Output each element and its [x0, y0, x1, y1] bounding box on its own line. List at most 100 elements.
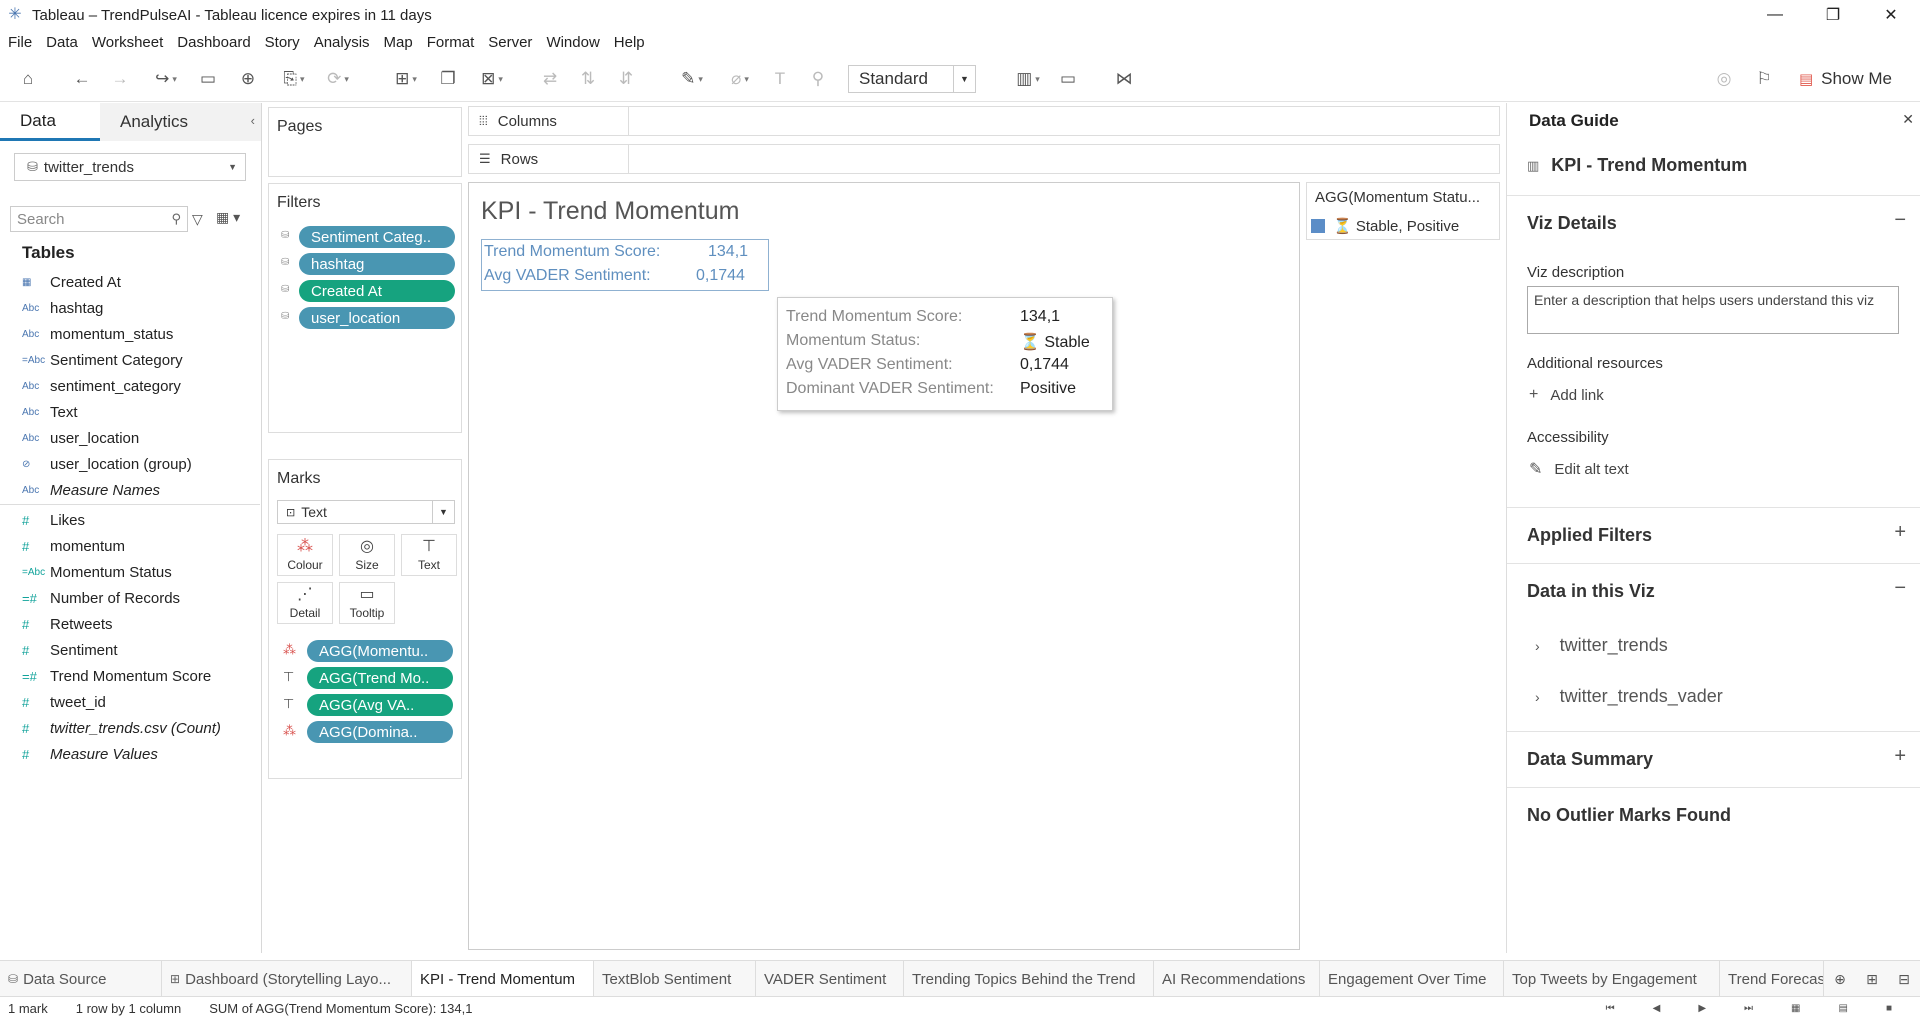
mark-pill[interactable]: AGG(Avg VA..: [307, 694, 453, 716]
tab-analytics[interactable]: Analytics: [100, 103, 261, 141]
mark-pill[interactable]: AGG(Domina..: [307, 721, 453, 743]
tab-engagement-over-time[interactable]: Engagement Over Time: [1320, 961, 1504, 997]
tabs-view-icon[interactable]: ■: [1886, 1003, 1892, 1014]
fit-dropdown[interactable]: Standard ▼: [848, 65, 976, 93]
field-item[interactable]: ⊘ user_location (group): [0, 451, 260, 477]
field-item[interactable]: =# Trend Momentum Score: [0, 663, 260, 689]
rows-shelf[interactable]: ☰ Rows: [468, 144, 1500, 174]
tab-kpi-trend-momentum[interactable]: KPI - Trend Momentum: [412, 961, 594, 997]
colour-legend[interactable]: AGG(Momentum Statu... ⏳ Stable, Positive: [1306, 182, 1500, 240]
field-item[interactable]: ▦ Created At: [0, 269, 260, 295]
last-sheet-icon[interactable]: ⏭: [1744, 1003, 1753, 1014]
field-item[interactable]: =# Number of Records: [0, 585, 260, 611]
field-item[interactable]: # Likes: [0, 507, 260, 533]
expand-icon[interactable]: +: [1894, 745, 1906, 768]
tab-trend-forecast[interactable]: Trend Forecas: [1720, 961, 1824, 997]
ask-data-icon[interactable]: ◎: [1712, 66, 1736, 92]
field-item[interactable]: =Abc Momentum Status: [0, 559, 260, 585]
field-item[interactable]: # Sentiment: [0, 637, 260, 663]
field-item[interactable]: # twitter_trends.csv (Count): [0, 715, 260, 741]
viz-description-field[interactable]: Enter a description that helps users und…: [1527, 286, 1899, 334]
tab-ai-recommendations[interactable]: AI Recommendations: [1154, 961, 1320, 997]
menu-window[interactable]: Window: [546, 34, 599, 51]
menu-help[interactable]: Help: [614, 34, 645, 51]
view-options-icon[interactable]: ▦ ▾: [216, 209, 240, 226]
share-icon[interactable]: ⋈: [1112, 66, 1136, 92]
tab-trending-topics[interactable]: Trending Topics Behind the Trend: [904, 961, 1154, 997]
filter-pill[interactable]: Created At: [299, 280, 455, 302]
menu-worksheet[interactable]: Worksheet: [92, 34, 163, 51]
tab-data[interactable]: Data: [0, 103, 100, 141]
field-item[interactable]: Abc hashtag: [0, 295, 260, 321]
mark-pill[interactable]: AGG(Trend Mo..: [307, 667, 453, 689]
field-item[interactable]: Abc user_location: [0, 425, 260, 451]
replay-icon[interactable]: ↪ ▾: [146, 66, 186, 92]
colour-button[interactable]: ⁂ Colour: [277, 534, 333, 576]
collapse-icon[interactable]: −: [1894, 577, 1906, 600]
collapse-pane-icon[interactable]: ‹: [251, 113, 255, 128]
field-item[interactable]: # Measure Values: [0, 741, 260, 767]
new-datasource-icon[interactable]: ⊕: [236, 66, 260, 92]
search-input[interactable]: Search ⚲: [10, 206, 188, 232]
filter-pill[interactable]: hashtag: [299, 253, 455, 275]
size-button[interactable]: ◎ Size: [339, 534, 395, 576]
highlight-icon[interactable]: ✎ ▾: [672, 66, 712, 92]
filter-pill[interactable]: user_location: [299, 307, 455, 329]
edit-alt-text-button[interactable]: ✎ Edit alt text: [1529, 459, 1629, 479]
expand-icon[interactable]: +: [1894, 521, 1906, 544]
kpi-text-mark[interactable]: Trend Momentum Score: 134,1 Avg VADER Se…: [481, 239, 769, 291]
new-worksheet-icon[interactable]: ⊞ ▾: [386, 66, 426, 92]
restore-button[interactable]: ❐: [1804, 0, 1862, 30]
menu-analysis[interactable]: Analysis: [314, 34, 370, 51]
presentation-icon[interactable]: ▭: [1056, 66, 1080, 92]
pages-shelf[interactable]: Pages: [268, 107, 462, 177]
undo-icon[interactable]: ←: [70, 66, 94, 92]
datasource-item[interactable]: › twitter_trends: [1535, 635, 1668, 656]
pause-updates-icon[interactable]: ⎘ ▾: [274, 66, 314, 92]
menu-data[interactable]: Data: [46, 34, 78, 51]
menu-server[interactable]: Server: [488, 34, 532, 51]
field-item[interactable]: # tweet_id: [0, 689, 260, 715]
detail-button[interactable]: ⋰ Detail: [277, 582, 333, 624]
refresh-icon[interactable]: ⟳ ▾: [318, 66, 358, 92]
field-item[interactable]: Abc momentum_status: [0, 321, 260, 347]
minimize-button[interactable]: —: [1746, 0, 1804, 30]
datasource-item[interactable]: › twitter_trends_vader: [1535, 686, 1723, 707]
clear-sheet-icon[interactable]: ⊠ ▾: [472, 66, 512, 92]
tab-textblob-sentiment[interactable]: TextBlob Sentiment: [594, 961, 756, 997]
new-dashboard-icon[interactable]: ⊞: [1856, 971, 1888, 988]
first-sheet-icon[interactable]: ⏮: [1606, 1003, 1615, 1014]
mark-type-select[interactable]: ⊡ Text ▼: [277, 500, 455, 524]
tab-vader-sentiment[interactable]: VADER Sentiment: [756, 961, 904, 997]
labels-icon[interactable]: T: [768, 66, 792, 92]
viz-canvas[interactable]: KPI - Trend Momentum Trend Momentum Scor…: [468, 182, 1300, 950]
format-icon[interactable]: ⚐: [1752, 66, 1776, 92]
field-item[interactable]: Abc sentiment_category: [0, 373, 260, 399]
columns-shelf[interactable]: ⦙⦙⦙ Columns: [468, 106, 1500, 136]
close-icon[interactable]: ✕: [1902, 111, 1914, 128]
tab-dashboard[interactable]: ⊞ Dashboard (Storytelling Layo...: [162, 961, 412, 997]
menu-story[interactable]: Story: [265, 34, 300, 51]
show-cards-icon[interactable]: ▥ ▾: [1006, 66, 1050, 92]
filter-fields-icon[interactable]: ▽: [192, 211, 203, 228]
pin-icon[interactable]: ⚲: [806, 66, 830, 92]
add-link-button[interactable]: + Add link: [1529, 386, 1604, 404]
datasource-select[interactable]: ⛁ twitter_trends ▼: [14, 153, 246, 181]
field-item[interactable]: # Retweets: [0, 611, 260, 637]
data-in-viz-heading[interactable]: Data in this Viz: [1527, 581, 1655, 602]
new-worksheet-icon[interactable]: ⊕: [1824, 971, 1856, 988]
new-story-icon[interactable]: ⊟: [1888, 971, 1920, 988]
prev-sheet-icon[interactable]: ◀: [1653, 1003, 1661, 1014]
text-button[interactable]: ⊤ Text: [401, 534, 457, 576]
sort-desc-icon[interactable]: ⇵: [614, 66, 638, 92]
home-icon[interactable]: ⌂: [16, 66, 40, 92]
group-icon[interactable]: ⌀ ▾: [720, 66, 760, 92]
sort-asc-icon[interactable]: ⇅: [576, 66, 600, 92]
legend-item[interactable]: ⏳ Stable, Positive: [1311, 217, 1459, 235]
next-sheet-icon[interactable]: ▶: [1698, 1003, 1706, 1014]
film-strip-icon[interactable]: ▤: [1839, 1003, 1848, 1014]
tab-data-source[interactable]: ⛁ Data Source: [0, 961, 162, 997]
tab-top-tweets[interactable]: Top Tweets by Engagement: [1504, 961, 1720, 997]
menu-map[interactable]: Map: [384, 34, 413, 51]
close-button[interactable]: ✕: [1862, 0, 1920, 30]
